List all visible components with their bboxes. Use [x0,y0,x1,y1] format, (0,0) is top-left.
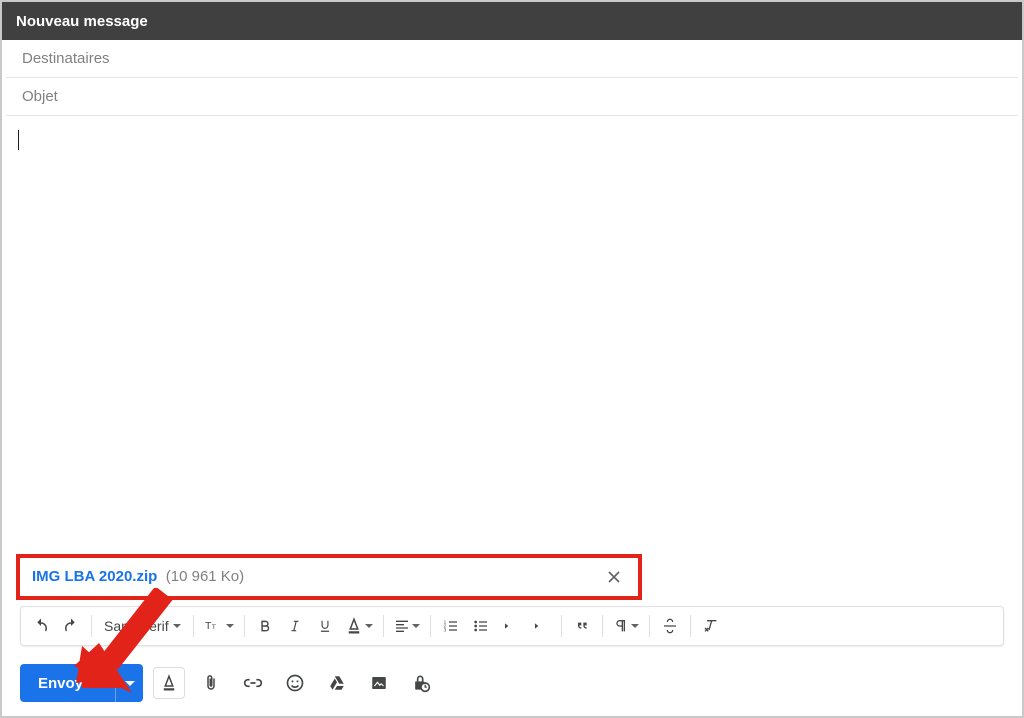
font-family-select[interactable]: Sans Serif [98,618,187,634]
indent-more-button[interactable] [527,611,555,641]
underline-icon [318,617,332,635]
subject-row[interactable] [6,78,1018,116]
attachment-remove-button[interactable] [602,571,626,583]
italic-button[interactable] [281,611,309,641]
text-color-button[interactable] [341,611,377,641]
indent-less-button[interactable] [497,611,525,641]
font-size-select[interactable]: TT [200,611,238,641]
paperclip-icon [202,673,220,693]
compose-actions-row: Envoyer [20,662,1004,704]
subject-input[interactable] [22,88,1002,105]
toolbar-separator [690,615,691,637]
numbered-list-icon: 123 [443,618,459,634]
caret-down-icon [125,681,135,686]
quote-icon [574,618,590,634]
caret-down-icon [412,624,420,628]
bold-icon [258,618,272,634]
align-icon [394,618,410,634]
indent-less-icon [503,618,519,634]
toolbar-separator [602,615,603,637]
bullet-list-button[interactable] [467,611,495,641]
send-label: Envoyer [38,675,97,692]
caret-down-icon [631,624,639,628]
insert-emoji-button[interactable] [279,667,311,699]
underline-button[interactable] [311,611,339,641]
toolbar-separator [193,615,194,637]
attachment-chip[interactable]: IMG LBA 2020.zip (10 961 Ko) [16,554,642,600]
formatting-toolbar: Sans Serif TT 123 [20,606,1004,646]
toolbar-separator [244,615,245,637]
compose-header: Nouveau message [2,2,1022,40]
text-direction-button[interactable] [609,611,643,641]
recipients-row[interactable] [6,40,1018,78]
text-color-icon [345,617,363,635]
send-options-button[interactable] [115,664,143,702]
align-button[interactable] [390,611,424,641]
undo-icon [32,617,50,635]
clear-formatting-button[interactable] [697,611,725,641]
pilcrow-icon [613,617,629,635]
font-size-icon: TT [204,617,224,635]
insert-drive-button[interactable] [321,667,353,699]
strikethrough-button[interactable] [656,611,684,641]
send-button[interactable]: Envoyer [20,664,115,702]
link-icon [243,673,263,693]
image-icon [369,674,389,692]
svg-text:T: T [205,620,212,632]
lock-clock-icon [411,673,431,693]
font-family-label: Sans Serif [104,618,169,634]
bold-button[interactable] [251,611,279,641]
text-format-icon [160,674,178,692]
close-icon [608,571,620,583]
svg-text:T: T [211,624,215,631]
insert-image-button[interactable] [363,667,395,699]
text-cursor [18,130,19,150]
svg-text:3: 3 [443,627,446,632]
toolbar-separator [561,615,562,637]
indent-more-icon [533,618,549,634]
quote-button[interactable] [568,611,596,641]
redo-icon [62,617,80,635]
attach-file-button[interactable] [195,667,227,699]
toolbar-separator [91,615,92,637]
numbered-list-button[interactable]: 123 [437,611,465,641]
redo-button[interactable] [57,611,85,641]
strikethrough-icon [662,618,678,634]
drive-icon [327,674,347,692]
attachment-filename[interactable]: IMG LBA 2020.zip [32,568,157,585]
insert-link-button[interactable] [237,667,269,699]
toolbar-separator [430,615,431,637]
confidential-mode-button[interactable] [405,667,437,699]
attachment-size: (10 961 Ko) [166,568,244,585]
send-button-group: Envoyer [20,664,143,702]
recipients-input[interactable] [22,50,1002,67]
attachment-highlight: IMG LBA 2020.zip (10 961 Ko) [16,554,642,600]
caret-down-icon [365,624,373,628]
clear-format-icon [702,618,720,634]
emoji-icon [285,673,305,693]
bullet-list-icon [473,618,489,634]
undo-button[interactable] [27,611,55,641]
message-body[interactable] [2,116,1022,496]
caret-down-icon [173,624,181,628]
formatting-toggle-button[interactable] [153,667,185,699]
toolbar-separator [649,615,650,637]
caret-down-icon [226,624,234,628]
italic-icon [288,618,302,634]
compose-window: Nouveau message IMG LBA 2020.zip (10 961… [0,0,1024,718]
toolbar-separator [383,615,384,637]
window-title: Nouveau message [16,13,148,30]
